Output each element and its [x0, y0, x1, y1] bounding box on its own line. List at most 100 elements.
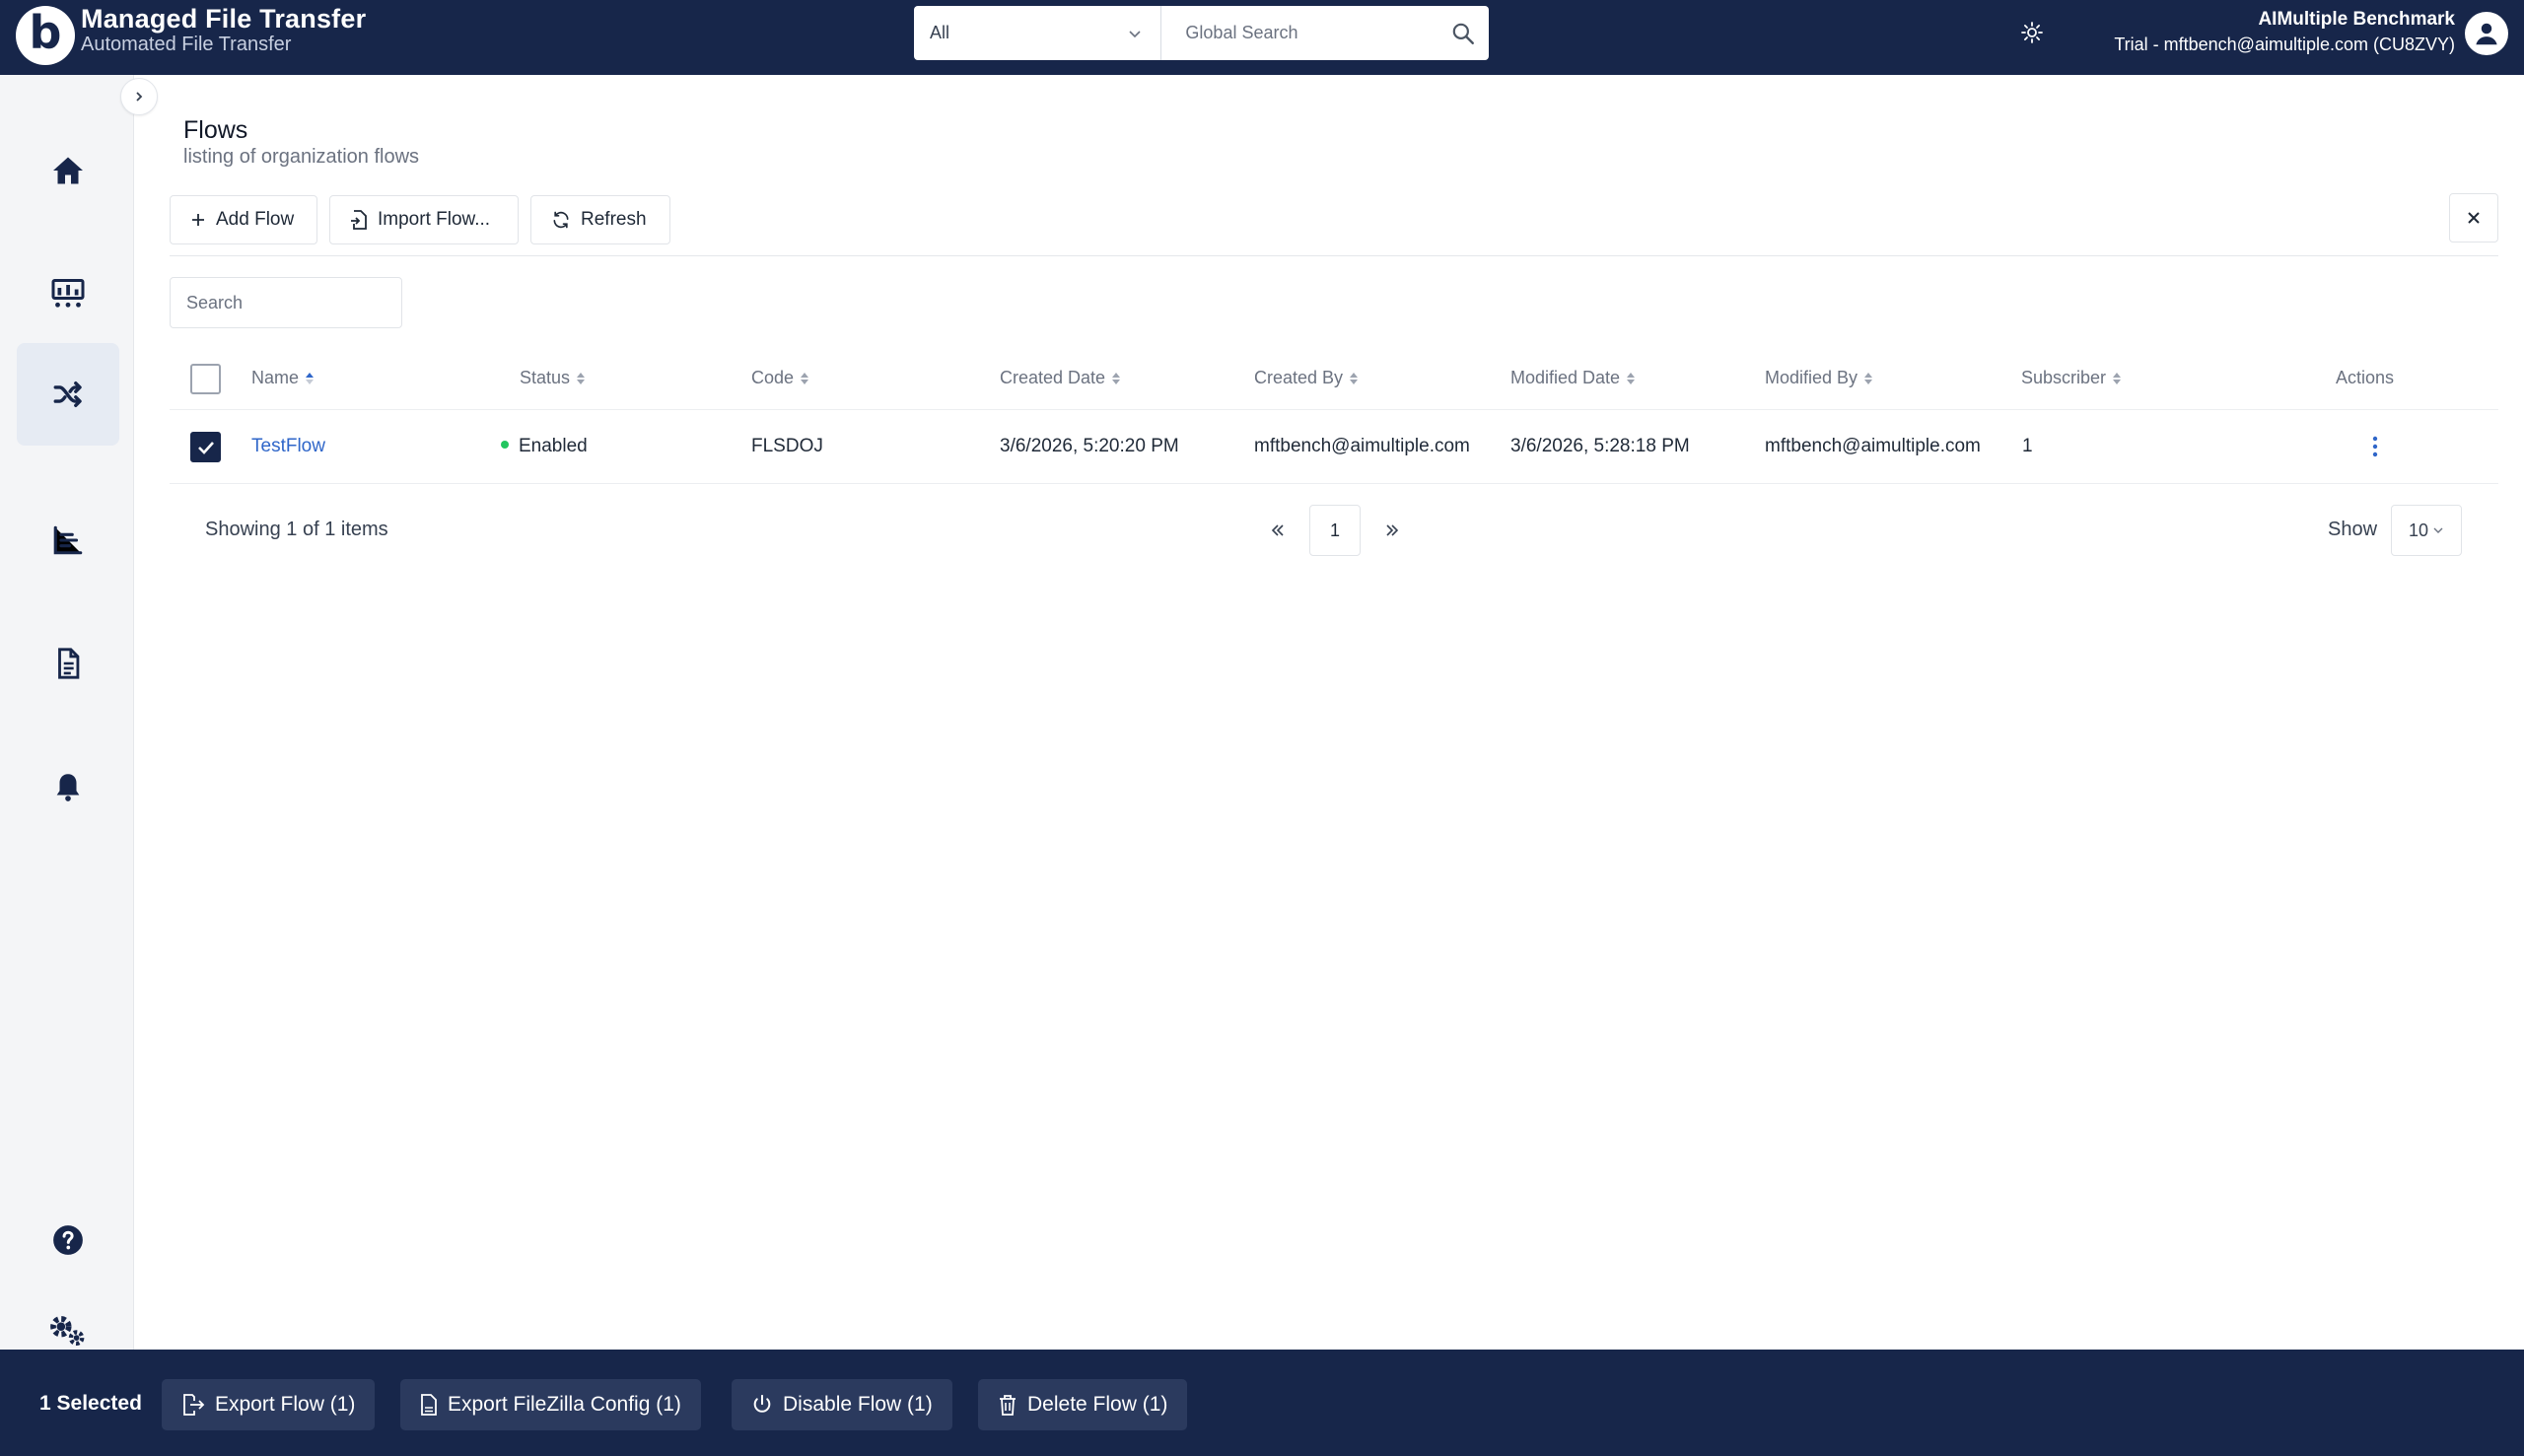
current-page[interactable]: 1	[1309, 505, 1361, 556]
org-name: AIMultiple Benchmark	[2258, 9, 2455, 30]
plus-icon	[192, 214, 204, 226]
column-header-status[interactable]: Status	[520, 368, 586, 388]
dashboard-icon	[51, 279, 85, 308]
sidebar-item-help[interactable]	[17, 1189, 119, 1291]
table-search-input[interactable]	[170, 277, 402, 328]
chevrons-right-icon	[1386, 524, 1399, 536]
global-search-input[interactable]	[1161, 6, 1438, 60]
row-checkbox[interactable]	[190, 432, 221, 462]
top-bar: b Managed File Transfer Automated File T…	[0, 0, 2524, 75]
brand-logo[interactable]: b	[16, 6, 75, 65]
items-count: Showing 1 of 1 items	[205, 519, 388, 540]
page-title: Flows	[183, 116, 248, 144]
import-flow-label: Import Flow...	[378, 209, 491, 230]
flow-modified-by: mftbench@aimultiple.com	[1765, 436, 1981, 456]
flow-modified-date: 3/6/2026, 5:28:18 PM	[1510, 436, 1690, 456]
sidebar-item-documents[interactable]	[17, 612, 119, 715]
column-header-modified-date[interactable]: Modified Date	[1510, 368, 1636, 388]
selected-count: 1 Selected	[39, 1392, 142, 1415]
sun-icon	[2021, 22, 2043, 43]
close-button[interactable]	[2449, 193, 2498, 243]
more-vertical-icon	[2372, 436, 2378, 457]
previous-page-button[interactable]	[1260, 513, 1296, 548]
column-header-actions: Actions	[2336, 368, 2395, 387]
flow-subscriber: 1	[2022, 436, 2033, 456]
disable-flow-button[interactable]: Disable Flow (1)	[732, 1379, 952, 1430]
shuffle-icon	[53, 381, 82, 408]
column-header-modified-by[interactable]: Modified By	[1765, 368, 1873, 388]
next-page-button[interactable]	[1374, 513, 1410, 548]
row-actions-menu[interactable]	[2366, 432, 2384, 461]
page-size-select[interactable]: 10	[2391, 505, 2462, 556]
page-size-value: 10	[2408, 520, 2429, 540]
sort-icon	[2113, 372, 2122, 384]
sort-icon	[1112, 372, 1121, 384]
refresh-button[interactable]: Refresh	[530, 195, 670, 244]
file-export-icon	[183, 1394, 205, 1416]
check-icon	[197, 441, 214, 454]
logo-letter: b	[29, 6, 62, 59]
select-all-checkbox[interactable]	[190, 364, 221, 394]
user-account: Trial - mftbench@aimultiple.com (CU8ZVY)	[2114, 35, 2455, 54]
file-import-icon	[351, 210, 367, 230]
column-header-subscriber[interactable]: Subscriber	[2021, 368, 2122, 388]
export-filezilla-button[interactable]: Export FileZilla Config (1)	[400, 1379, 701, 1430]
search-scope-select[interactable]: All	[914, 6, 1162, 60]
bell-icon	[56, 774, 80, 801]
app-title: Managed File Transfer	[81, 4, 367, 34]
sidebar-item-notifications[interactable]	[17, 735, 119, 838]
flow-status: Enabled	[501, 436, 588, 457]
sidebar-item-flows[interactable]	[17, 343, 119, 446]
page-subtitle: listing of organization flows	[183, 146, 420, 168]
import-flow-button[interactable]: Import Flow...	[329, 195, 519, 244]
flow-created-date: 3/6/2026, 5:20:20 PM	[1000, 436, 1179, 456]
add-flow-label: Add Flow	[216, 209, 295, 230]
search-icon	[1452, 23, 1475, 44]
bulk-action-bar	[0, 1350, 2524, 1456]
sidebar	[0, 75, 134, 1350]
table-header-divider	[170, 409, 2498, 410]
search-scope-value: All	[930, 23, 950, 42]
document-icon	[58, 648, 80, 679]
table-row-divider	[170, 483, 2498, 484]
user-icon	[2476, 23, 2497, 45]
column-header-name[interactable]: Name	[251, 368, 315, 388]
sidebar-item-home[interactable]	[17, 119, 119, 222]
app-subtitle: Automated File Transfer	[81, 34, 292, 55]
column-header-created-by[interactable]: Created By	[1254, 368, 1359, 388]
column-header-code[interactable]: Code	[751, 368, 809, 388]
sidebar-item-settings[interactable]	[17, 1309, 119, 1349]
trash-icon	[1000, 1395, 1016, 1416]
export-flow-button[interactable]: Export Flow (1)	[162, 1379, 376, 1430]
status-dot	[501, 440, 509, 449]
help-icon	[53, 1225, 83, 1255]
avatar[interactable]	[2465, 12, 2508, 55]
flow-name-link[interactable]: TestFlow	[251, 436, 325, 457]
sidebar-item-reports[interactable]	[17, 489, 119, 591]
refresh-icon	[553, 211, 569, 229]
theme-toggle-button[interactable]	[2017, 18, 2047, 47]
flow-code: FLSDOJ	[751, 436, 823, 456]
flow-created-by: mftbench@aimultiple.com	[1254, 436, 1470, 456]
chevrons-left-icon	[1271, 524, 1284, 536]
page-size-label: Show	[2328, 519, 2378, 540]
global-search-bar: All	[914, 6, 1489, 60]
delete-flow-button[interactable]: Delete Flow (1)	[978, 1379, 1188, 1430]
sidebar-collapse-button[interactable]	[120, 78, 158, 115]
power-icon	[753, 1394, 771, 1413]
sidebar-item-dashboard[interactable]	[17, 243, 119, 345]
chevron-down-icon	[1129, 30, 1141, 37]
chevron-down-icon	[2433, 527, 2443, 533]
search-button[interactable]	[1437, 6, 1489, 60]
toolbar-divider	[170, 255, 2498, 256]
sort-icon	[577, 372, 586, 384]
sort-icon	[801, 372, 809, 384]
file-icon	[421, 1394, 437, 1416]
sort-icon	[1350, 372, 1359, 384]
column-header-created-date[interactable]: Created Date	[1000, 368, 1121, 388]
sort-asc-icon	[306, 372, 315, 384]
settings-icon	[50, 1316, 85, 1346]
reports-icon	[53, 525, 83, 555]
add-flow-button[interactable]: Add Flow	[170, 195, 317, 244]
refresh-label: Refresh	[581, 209, 647, 230]
